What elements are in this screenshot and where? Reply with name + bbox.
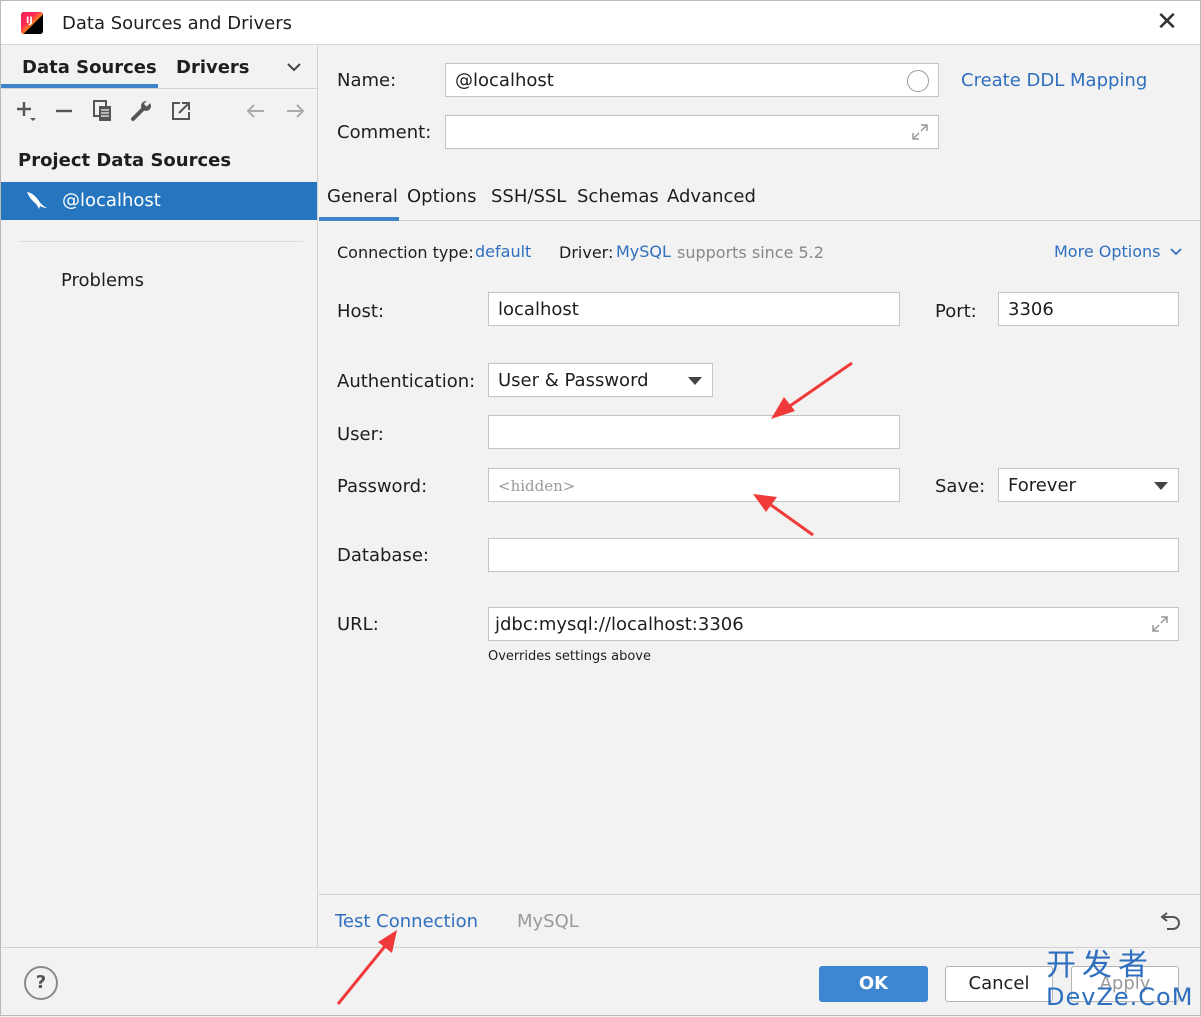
right-panel: Name: @localhost Create DDL Mapping Comm…: [319, 46, 1200, 894]
comment-label: Comment:: [337, 122, 432, 143]
jump-to-icon[interactable]: [168, 98, 194, 124]
create-ddl-mapping-link[interactable]: Create DDL Mapping: [961, 70, 1147, 91]
color-circle-icon[interactable]: [907, 70, 929, 92]
expand-icon[interactable]: [1150, 614, 1170, 638]
copy-icon[interactable]: [90, 98, 116, 124]
title-bar: IJ Data Sources and Drivers ✕: [1, 1, 1200, 45]
password-placeholder: <hidden>: [498, 477, 576, 495]
help-icon[interactable]: ?: [24, 966, 58, 1000]
connection-type-value[interactable]: default: [475, 242, 531, 261]
user-label: User:: [337, 424, 384, 445]
cancel-button[interactable]: Cancel: [945, 966, 1053, 1002]
bottom-link-bar: Test Connection MySQL: [319, 894, 1200, 947]
active-tab-indicator: [1, 84, 158, 88]
host-label: Host:: [337, 301, 385, 322]
password-input[interactable]: <hidden>: [488, 468, 900, 502]
wrench-icon[interactable]: [129, 98, 155, 124]
url-input[interactable]: jdbc:mysql://localhost:3306: [488, 607, 1179, 641]
watermark-cn: 开发者: [1046, 948, 1154, 983]
left-toolbar: [1, 96, 317, 128]
connection-type-label: Connection type:: [337, 243, 474, 262]
active-tab-indicator: [319, 217, 399, 221]
more-options-link[interactable]: More Options: [1054, 242, 1183, 261]
tab-ssh-ssl[interactable]: SSH/SSL: [491, 186, 566, 207]
data-source-label: @localhost: [62, 190, 161, 211]
save-label: Save:: [935, 476, 986, 497]
port-input[interactable]: 3306: [998, 292, 1179, 326]
save-value: Forever: [1008, 475, 1076, 496]
tab-advanced[interactable]: Advanced: [667, 186, 756, 207]
save-select[interactable]: Forever: [998, 468, 1179, 502]
revert-icon[interactable]: [1159, 909, 1183, 937]
test-connection-link[interactable]: Test Connection: [335, 911, 478, 932]
authentication-label: Authentication:: [337, 371, 476, 392]
name-label: Name:: [337, 70, 397, 91]
more-options-label: More Options: [1054, 242, 1161, 261]
driver-name-link[interactable]: MySQL: [517, 911, 579, 932]
user-input[interactable]: [488, 415, 900, 449]
authentication-select[interactable]: User & Password: [488, 363, 713, 397]
database-label: Database:: [337, 545, 429, 566]
intellij-app-icon: IJ: [21, 12, 43, 34]
watermark-en: DevZe.CoM: [1046, 983, 1194, 1011]
comment-input[interactable]: [445, 115, 939, 149]
add-icon[interactable]: [13, 98, 39, 124]
remove-icon[interactable]: [51, 98, 77, 124]
tab-options[interactable]: Options: [407, 186, 476, 207]
authentication-value: User & Password: [498, 370, 649, 391]
forward-arrow-icon[interactable]: [282, 98, 308, 124]
dialog-window: IJ Data Sources and Drivers ✕ Data Sourc…: [0, 0, 1201, 1016]
driver-label: Driver:: [559, 243, 614, 262]
password-label: Password:: [337, 476, 428, 497]
dropdown-arrow-icon: [688, 377, 702, 385]
project-data-sources-heading: Project Data Sources: [18, 150, 232, 171]
divider: [19, 241, 303, 242]
tab-data-sources[interactable]: Data Sources: [22, 57, 157, 78]
chevron-down-icon[interactable]: [286, 58, 302, 77]
left-panel: Data Sources Drivers Project Data Source…: [1, 46, 318, 947]
problems-item[interactable]: Problems: [61, 270, 144, 291]
url-label: URL:: [337, 614, 379, 635]
dropdown-arrow-icon: [1154, 482, 1168, 490]
close-icon[interactable]: ✕: [1153, 9, 1181, 37]
chevron-down-icon: [1169, 248, 1182, 256]
url-hint: Overrides settings above: [488, 649, 651, 664]
tab-drivers[interactable]: Drivers: [176, 57, 250, 78]
driver-version-note: supports since 5.2: [677, 243, 824, 262]
left-tabs: Data Sources Drivers: [1, 46, 317, 89]
tab-schemas[interactable]: Schemas: [577, 186, 659, 207]
driver-link[interactable]: MySQL: [616, 242, 671, 261]
window-title: Data Sources and Drivers: [62, 13, 292, 34]
dialog-footer: ? OK Cancel Apply: [1, 947, 1200, 1015]
name-input[interactable]: @localhost: [445, 63, 939, 97]
back-arrow-icon[interactable]: [243, 98, 269, 124]
host-input[interactable]: localhost: [488, 292, 900, 326]
ok-button[interactable]: OK: [819, 966, 928, 1002]
expand-icon[interactable]: [910, 122, 930, 146]
mysql-dolphin-icon: [25, 190, 49, 212]
tab-general[interactable]: General: [327, 186, 398, 207]
settings-tabs: General Options SSH/SSL Schemas Advanced: [319, 178, 1200, 221]
port-label: Port:: [935, 301, 977, 322]
database-input[interactable]: [488, 538, 1179, 572]
data-source-item-localhost[interactable]: @localhost: [1, 182, 317, 220]
